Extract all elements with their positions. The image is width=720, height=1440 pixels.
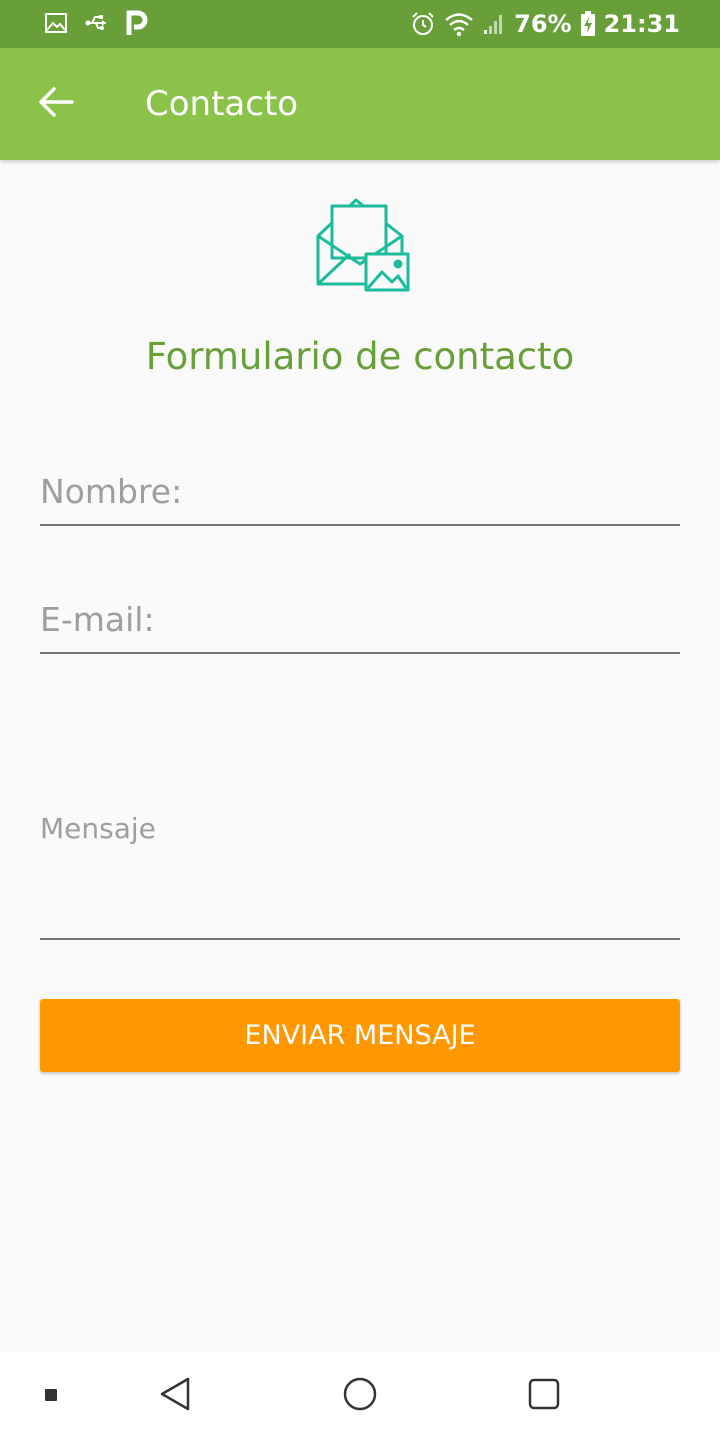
status-time: 21:31 [603, 10, 680, 38]
email-field[interactable] [40, 596, 680, 654]
recents-square-icon [527, 1377, 561, 1415]
nav-home-button[interactable] [336, 1372, 384, 1420]
signal-icon [482, 12, 506, 36]
send-message-button[interactable]: ENVIAR MENSAJE [40, 999, 680, 1072]
image-icon [44, 11, 68, 35]
app-bar: Contacto [0, 48, 720, 160]
back-button[interactable] [28, 76, 84, 132]
navigation-bar [0, 1352, 720, 1440]
back-triangle-icon [158, 1376, 192, 1416]
alarm-icon [410, 11, 436, 37]
envelope-image-icon [312, 196, 412, 296]
page-title: Contacto [145, 84, 299, 124]
message-field[interactable] [40, 806, 680, 940]
form-title: Formulario de contacto [145, 335, 575, 378]
status-left-icons [44, 10, 148, 36]
status-right-icons: 76% 21:31 [410, 8, 680, 40]
parking-icon [126, 10, 148, 36]
battery-charging-icon [580, 11, 596, 37]
arrow-left-icon [38, 86, 74, 122]
usb-icon [84, 11, 110, 35]
nav-dot-button[interactable] [27, 1372, 75, 1420]
home-circle-icon [342, 1376, 378, 1416]
name-field[interactable] [40, 468, 680, 526]
nav-back-button[interactable] [151, 1372, 199, 1420]
nav-recents-button[interactable] [520, 1372, 568, 1420]
wifi-icon [444, 11, 474, 37]
status-bar: 76% 21:31 [0, 0, 720, 48]
battery-percent: 76% [514, 10, 572, 38]
dot-icon [44, 1387, 58, 1406]
